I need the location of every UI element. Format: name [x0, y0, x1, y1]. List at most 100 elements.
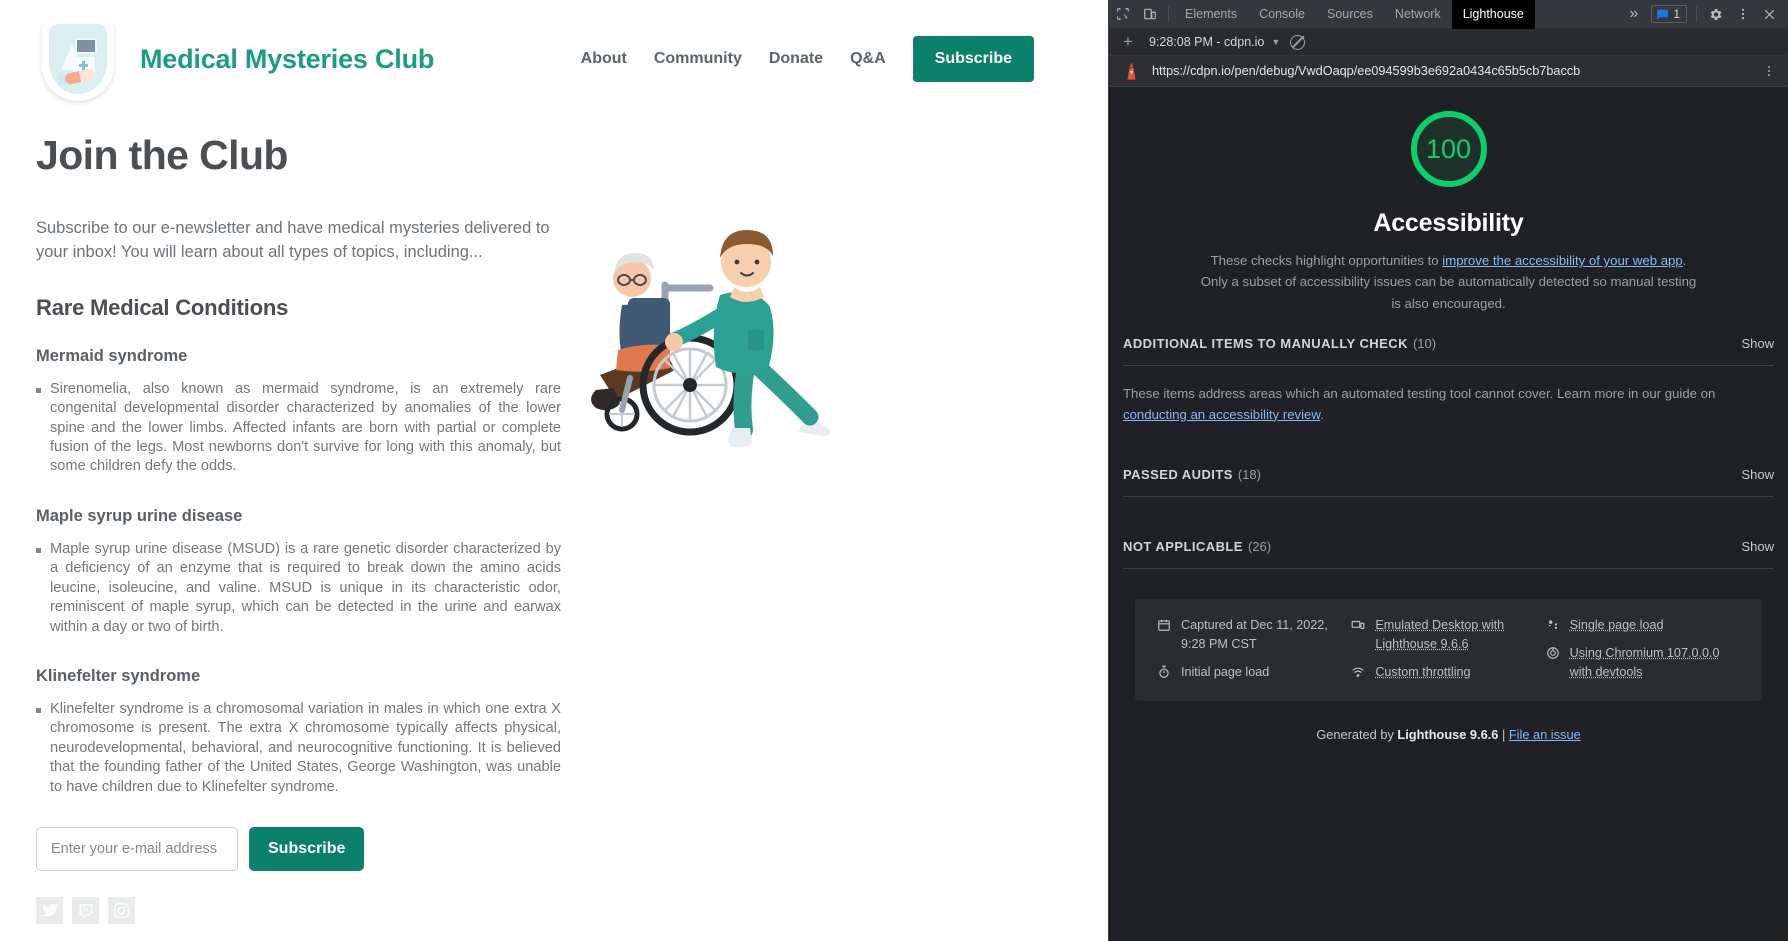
medical-shield-logo-icon[interactable]: [42, 17, 114, 101]
section-manual-check: Additional items to manually check (10) …: [1123, 314, 1774, 425]
metadata-captured: Captured at Dec 11, 2022, 9:28 PM CST: [1157, 616, 1351, 654]
more-options-icon[interactable]: [1729, 1, 1756, 28]
metadata-throttling[interactable]: Custom throttling: [1351, 663, 1545, 682]
newsletter-subscribe-form: Subscribe: [36, 827, 561, 871]
twitter-icon[interactable]: [36, 897, 63, 924]
nav-item-donate[interactable]: Donate: [769, 50, 823, 68]
page-body: Join the Club Subscribe to our e-newslet…: [0, 110, 1108, 941]
nav-item-qa[interactable]: Q&A: [850, 50, 886, 68]
section-title: Additional items to manually check: [1123, 336, 1408, 351]
web-page-viewport: Medical Mysteries Club About Community D…: [0, 0, 1108, 941]
category-description: These checks highlight opportunities to …: [1199, 250, 1699, 314]
tab-network[interactable]: Network: [1384, 0, 1452, 29]
footer-pre: Generated by: [1316, 727, 1397, 742]
metadata-page-load: Initial page load: [1157, 663, 1351, 682]
section-not-applicable: Not applicable (26) Show: [1123, 497, 1774, 569]
social-links: [36, 897, 561, 941]
page-title: Join the Club: [36, 132, 1072, 179]
inspect-element-icon[interactable]: [1109, 1, 1136, 28]
section-title: Not applicable: [1123, 539, 1243, 554]
report-options-icon[interactable]: [1762, 64, 1776, 78]
section-count: (18): [1238, 467, 1261, 482]
tab-sources[interactable]: Sources: [1316, 0, 1384, 29]
condition-title-msud: Maple syrup urine disease: [36, 507, 561, 526]
condition-list-klinefelter: Klinefelter syndrome is a chromosomal va…: [36, 700, 561, 797]
clear-reports-icon[interactable]: [1290, 35, 1305, 50]
report-selector-label: 9:28:08 PM - cdpn.io: [1149, 35, 1264, 49]
devices-icon: [1351, 618, 1366, 632]
section-show-toggle[interactable]: Show: [1741, 539, 1774, 554]
content-column: Subscribe to our e-newsletter and have m…: [36, 217, 561, 941]
message-count: 1: [1673, 7, 1680, 21]
metadata-mode[interactable]: Single page load: [1546, 616, 1740, 635]
messages-badge[interactable]: 1: [1651, 5, 1687, 23]
stopwatch-icon: [1157, 665, 1172, 679]
subscribe-button[interactable]: Subscribe: [249, 827, 364, 871]
category-description-pre: These checks highlight opportunities to: [1211, 253, 1443, 268]
section-show-toggle[interactable]: Show: [1741, 467, 1774, 482]
accessibility-guide-link[interactable]: improve the accessibility of your web ap…: [1442, 253, 1682, 268]
single-page-icon: [1546, 618, 1561, 632]
metadata-channel[interactable]: Using Chromium 107.0.0.0 with devtools: [1546, 644, 1740, 682]
section-not-applicable-header[interactable]: Not applicable (26) Show: [1123, 539, 1774, 569]
metadata-column-2: Emulated Desktop with Lighthouse 9.6.6 C…: [1351, 616, 1545, 682]
category-title: Accessibility: [1373, 209, 1523, 238]
devtools-toolbar-right: » 1: [1620, 1, 1788, 28]
file-an-issue-link[interactable]: File an issue: [1509, 727, 1581, 742]
more-tabs-icon[interactable]: »: [1620, 1, 1647, 28]
intro-paragraph: Subscribe to our e-newsletter and have m…: [36, 217, 561, 265]
lighthouse-url-bar: https://cdpn.io/pen/debug/VwdOaqp/ee0945…: [1109, 56, 1788, 87]
metadata-emulation-text: Emulated Desktop with Lighthouse 9.6.6: [1375, 616, 1535, 654]
metadata-column-1: Captured at Dec 11, 2022, 9:28 PM CST In…: [1157, 616, 1351, 682]
calendar-icon: [1157, 618, 1172, 632]
nav-item-about[interactable]: About: [581, 50, 627, 68]
manual-check-text-pre: These items address areas which an autom…: [1123, 386, 1715, 401]
tab-lighthouse[interactable]: Lighthouse: [1452, 0, 1535, 29]
footer-separator: |: [1498, 727, 1508, 742]
tab-console[interactable]: Console: [1248, 0, 1316, 29]
lighthouse-report: 100 Accessibility These checks highlight…: [1109, 87, 1788, 941]
nav-item-community[interactable]: Community: [654, 50, 742, 68]
metadata-mode-text: Single page load: [1570, 616, 1664, 635]
section-title: Passed audits: [1123, 467, 1233, 482]
chevron-down-icon: ▼: [1271, 37, 1280, 47]
twitch-icon[interactable]: [72, 897, 99, 924]
network-throttle-icon: [1351, 665, 1366, 679]
nav-subscribe-button[interactable]: Subscribe: [913, 36, 1034, 82]
section-show-toggle[interactable]: Show: [1741, 336, 1774, 351]
section-count: (10): [1413, 336, 1436, 351]
metadata-emulation[interactable]: Emulated Desktop with Lighthouse 9.6.6: [1351, 616, 1545, 654]
tab-elements[interactable]: Elements: [1174, 0, 1248, 29]
chromium-icon: [1546, 646, 1561, 660]
main-navigation: About Community Donate Q&A Subscribe: [581, 36, 1072, 82]
accessibility-score-gauge: 100: [1411, 111, 1487, 187]
footer-version: Lighthouse 9.6.6: [1397, 727, 1498, 742]
metadata-page-load-text: Initial page load: [1181, 663, 1269, 682]
gear-icon[interactable]: [1702, 1, 1729, 28]
new-report-button[interactable]: +: [1117, 32, 1139, 52]
section-manual-check-header[interactable]: Additional items to manually check (10) …: [1123, 336, 1774, 366]
condition-list-mermaid: Sirenomelia, also known as mermaid syndr…: [36, 380, 561, 477]
metadata-captured-text: Captured at Dec 11, 2022, 9:28 PM CST: [1181, 616, 1341, 654]
devtools-panel: Elements Console Sources Network Lightho…: [1108, 0, 1788, 941]
section-manual-check-body: These items address areas which an autom…: [1123, 366, 1774, 425]
metadata-channel-text: Using Chromium 107.0.0.0 with devtools: [1570, 644, 1730, 682]
condition-title-mermaid: Mermaid syndrome: [36, 347, 561, 366]
section-count: (26): [1248, 539, 1271, 554]
devtools-toolbar: Elements Console Sources Network Lightho…: [1109, 0, 1788, 29]
toolbar-divider-2: [1696, 6, 1697, 22]
accessibility-review-link[interactable]: conducting an accessibility review: [1123, 407, 1320, 422]
manual-check-text-post: .: [1320, 407, 1324, 422]
section-passed-audits-header[interactable]: Passed audits (18) Show: [1123, 467, 1774, 497]
report-url[interactable]: https://cdpn.io/pen/debug/VwdOaqp/ee0945…: [1152, 64, 1580, 78]
site-header: Medical Mysteries Club About Community D…: [0, 0, 1108, 110]
section-heading: Rare Medical Conditions: [36, 295, 561, 321]
device-toolbar-icon[interactable]: [1136, 1, 1163, 28]
report-selector[interactable]: 9:28:08 PM - cdpn.io ▼: [1149, 35, 1280, 49]
email-field[interactable]: [36, 827, 238, 871]
site-brand-title[interactable]: Medical Mysteries Club: [140, 44, 434, 75]
instagram-icon[interactable]: [108, 897, 135, 924]
lighthouse-icon: [1123, 62, 1140, 81]
close-icon[interactable]: [1756, 1, 1783, 28]
toolbar-divider: [1168, 6, 1169, 22]
